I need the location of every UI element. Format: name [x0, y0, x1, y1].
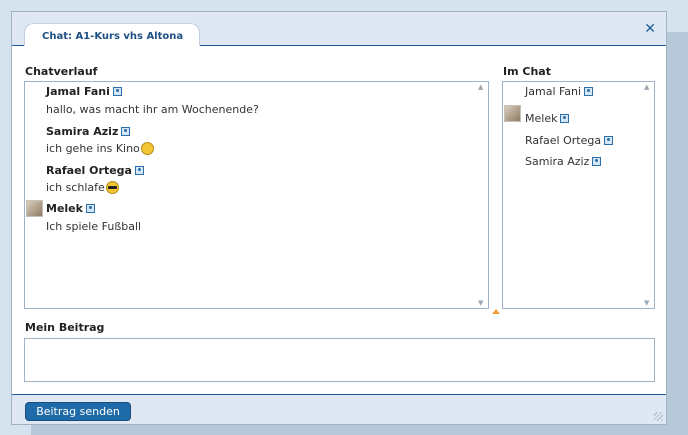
chat-history-scrollbar[interactable]: ▲ ▼	[476, 82, 488, 308]
scroll-up-icon[interactable]: ▲	[478, 83, 483, 91]
im-chat-label: Im Chat	[503, 65, 551, 78]
avatar	[504, 105, 521, 122]
message-input[interactable]	[24, 338, 655, 382]
profile-icon[interactable]	[121, 126, 131, 136]
close-icon[interactable]: ✕	[644, 21, 656, 37]
mein-beitrag-label: Mein Beitrag	[25, 321, 105, 334]
message-text: Ich spiele Fußball	[46, 220, 142, 233]
grinning-face-icon	[140, 141, 154, 155]
profile-icon[interactable]	[584, 86, 594, 96]
window-header: Chat: A1-Kurs vhs Altona ✕	[12, 12, 666, 46]
sunglasses-face-icon	[105, 180, 119, 194]
user-list-item[interactable]: Melek	[525, 112, 570, 125]
message-author: Melek	[46, 202, 95, 215]
resize-grip-icon[interactable]	[654, 412, 663, 421]
resize-handle-icon[interactable]	[492, 309, 500, 314]
profile-icon[interactable]	[85, 203, 95, 213]
chatverlauf-label: Chatverlauf	[25, 65, 98, 78]
profile-icon[interactable]	[112, 86, 122, 96]
scroll-down-icon[interactable]: ▼	[478, 299, 483, 307]
profile-icon[interactable]	[592, 156, 602, 166]
message-author: Samira Aziz	[46, 125, 131, 138]
profile-icon[interactable]	[134, 165, 144, 175]
message-text: ich gehe ins Kino	[46, 141, 154, 156]
message-author: Jamal Fani	[46, 85, 122, 98]
users-list[interactable]: Jamal Fani Melek Rafael Ortega Samira Az…	[502, 81, 655, 309]
window-footer: Beitrag senden	[12, 394, 666, 424]
profile-icon[interactable]	[604, 135, 614, 145]
profile-icon[interactable]	[560, 113, 570, 123]
user-list-item[interactable]: Samira Aziz	[525, 155, 602, 168]
user-list-item[interactable]: Jamal Fani	[525, 85, 594, 98]
tab-chat[interactable]: Chat: A1-Kurs vhs Altona	[24, 23, 200, 46]
chat-window: Chat: A1-Kurs vhs Altona ✕ Chatverlauf J…	[11, 11, 667, 425]
users-list-scrollbar[interactable]: ▲ ▼	[642, 82, 654, 308]
chat-history[interactable]: Jamal Fani hallo, was macht ihr am Woche…	[24, 81, 489, 309]
message-text: ich schlafe	[46, 180, 119, 195]
scroll-down-icon[interactable]: ▼	[644, 299, 649, 307]
user-list-item[interactable]: Rafael Ortega	[525, 134, 614, 147]
scroll-up-icon[interactable]: ▲	[644, 83, 649, 91]
send-button[interactable]: Beitrag senden	[25, 402, 131, 421]
message-author: Rafael Ortega	[46, 164, 144, 177]
message-text: hallo, was macht ihr am Wochenende?	[46, 103, 259, 116]
avatar	[26, 200, 43, 217]
